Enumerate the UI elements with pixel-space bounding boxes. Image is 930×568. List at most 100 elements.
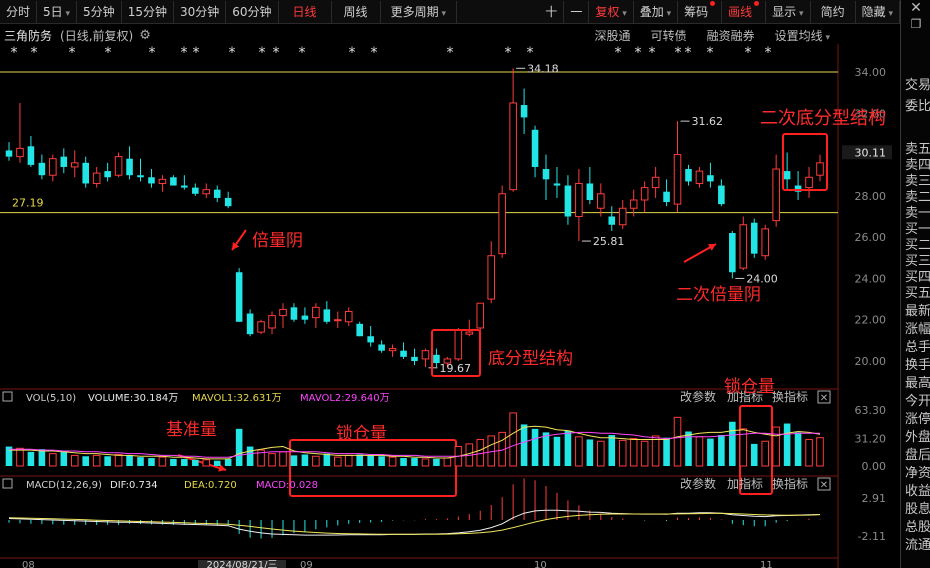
side-label: 委比	[905, 99, 930, 114]
volume-bar	[608, 435, 616, 466]
side-label: 买五	[905, 286, 930, 301]
price-point-label: 34.18	[527, 62, 559, 75]
display-button[interactable]: 显示	[766, 0, 811, 23]
macd-value: MACD:0.028	[256, 480, 318, 491]
side-label: 外盘	[905, 430, 930, 445]
period-15min[interactable]: 15分钟	[122, 0, 174, 23]
chip-label: 筹码	[684, 4, 709, 19]
simple-button[interactable]: 简约	[811, 0, 856, 23]
period-fenshi[interactable]: 分时	[0, 0, 38, 23]
mavol2-value: MAVOL2:29.640万	[300, 393, 390, 404]
star-marker: *	[193, 45, 200, 61]
settings-gear-icon[interactable]: ⚙	[139, 28, 151, 43]
candle-body	[170, 177, 177, 186]
volume-bar	[433, 458, 440, 466]
candle-body	[49, 158, 57, 176]
candle-body	[542, 169, 550, 180]
volume-bar	[104, 456, 111, 466]
candle-body	[750, 222, 758, 254]
crosshair-icon[interactable]: 十	[539, 0, 565, 23]
overlay-button[interactable]: 叠加	[634, 0, 679, 23]
macd-tick-label: -2.11	[858, 530, 886, 543]
candle-body	[783, 171, 791, 180]
close-icon[interactable]: ✕	[903, 1, 929, 15]
candle-body	[586, 183, 594, 200]
vol-switch-indicator-button: 换指标	[772, 389, 808, 404]
date-tick-label: 08	[22, 560, 35, 568]
candle-body	[685, 169, 692, 182]
candle-body	[575, 182, 583, 218]
star-marker: *	[299, 45, 306, 61]
star-marker: *	[31, 45, 38, 61]
volume-bar	[49, 453, 57, 467]
close-icon: ✕	[820, 480, 828, 491]
fuquan-button[interactable]: 复权	[589, 0, 634, 23]
link-convertible[interactable]: 可转债	[651, 27, 687, 44]
vol-tick-label: 31.20	[855, 432, 887, 445]
star-marker: *	[635, 45, 642, 61]
draw-line-button[interactable]: 画线	[722, 0, 767, 23]
candle-body	[344, 310, 353, 323]
link-shengutong[interactable]: 深股通	[595, 27, 631, 44]
chip-button[interactable]: 筹码	[678, 0, 723, 23]
volume-bar	[268, 453, 276, 467]
candle-body	[333, 319, 342, 322]
volume-bar	[290, 455, 298, 466]
link-margin[interactable]: 融资融券	[707, 27, 755, 44]
candle-body	[356, 323, 363, 337]
candle-body	[16, 147, 24, 158]
macd-edit-params-button: 改参数	[680, 476, 716, 491]
price-tick-label: 26.00	[855, 231, 887, 244]
candle-body	[378, 344, 385, 351]
stock-name: 三角防务	[4, 28, 53, 43]
period-30min[interactable]: 30分钟	[174, 0, 227, 23]
volume-bar	[651, 435, 660, 467]
volume-bar	[663, 437, 670, 466]
star-marker: *	[349, 45, 356, 61]
volume-bar	[640, 440, 649, 467]
candle-body	[707, 175, 714, 182]
star-marker: *	[447, 45, 454, 61]
side-label: 股息	[905, 502, 930, 517]
star-marker: *	[229, 45, 236, 61]
volume-bar	[82, 456, 90, 466]
side-label: 净资	[905, 466, 930, 481]
side-label: 最高	[905, 376, 930, 391]
volume-bar	[629, 438, 638, 467]
period-weekly[interactable]: 周线	[332, 0, 381, 23]
period-daily[interactable]: 日线	[279, 0, 332, 23]
volume-bar	[367, 455, 374, 466]
candle-body	[805, 176, 813, 189]
candle-body	[279, 308, 287, 317]
chart-info-bar: 三角防务 (日线,前复权) ⚙ 深股通 可转债 融资融券 设置均线	[0, 25, 838, 45]
period-more[interactable]: 更多周期	[381, 0, 457, 23]
vol-tick-label: 63.30	[855, 404, 887, 417]
candle-body	[213, 189, 221, 198]
notify-dot-icon	[710, 0, 716, 6]
period-60min[interactable]: 60分钟	[226, 0, 279, 23]
volume-bar	[60, 451, 68, 466]
anno-erci-difenxing: 二次底分型结构	[760, 108, 886, 129]
volume-bar	[805, 438, 813, 467]
volume-bar	[246, 446, 254, 466]
volume-bar	[378, 456, 385, 466]
minus-icon[interactable]: 一	[564, 0, 590, 23]
hide-button[interactable]: 隐藏	[856, 0, 900, 23]
volume-bar	[597, 440, 605, 467]
chart-mode: (日线,前复权)	[60, 28, 134, 43]
volume-bar	[542, 432, 550, 466]
candle-body	[476, 302, 485, 329]
vol-collapse-icon	[2, 391, 13, 402]
star-marker: *	[149, 45, 156, 61]
mavol1-value: MAVOL1:32.631万	[192, 393, 282, 404]
link-ma-settings[interactable]: 设置均线	[775, 27, 830, 44]
volume-bar	[224, 458, 232, 466]
candle-body	[137, 175, 144, 178]
date-tick-label: 09	[300, 560, 313, 568]
candle-body	[673, 154, 682, 205]
price-tick-label: 34.00	[855, 66, 887, 79]
candle-body	[70, 162, 79, 168]
period-5min[interactable]: 5分钟	[77, 0, 122, 23]
restore-icon[interactable]: ❐	[903, 18, 929, 30]
period-5day[interactable]: 5日	[37, 0, 78, 23]
